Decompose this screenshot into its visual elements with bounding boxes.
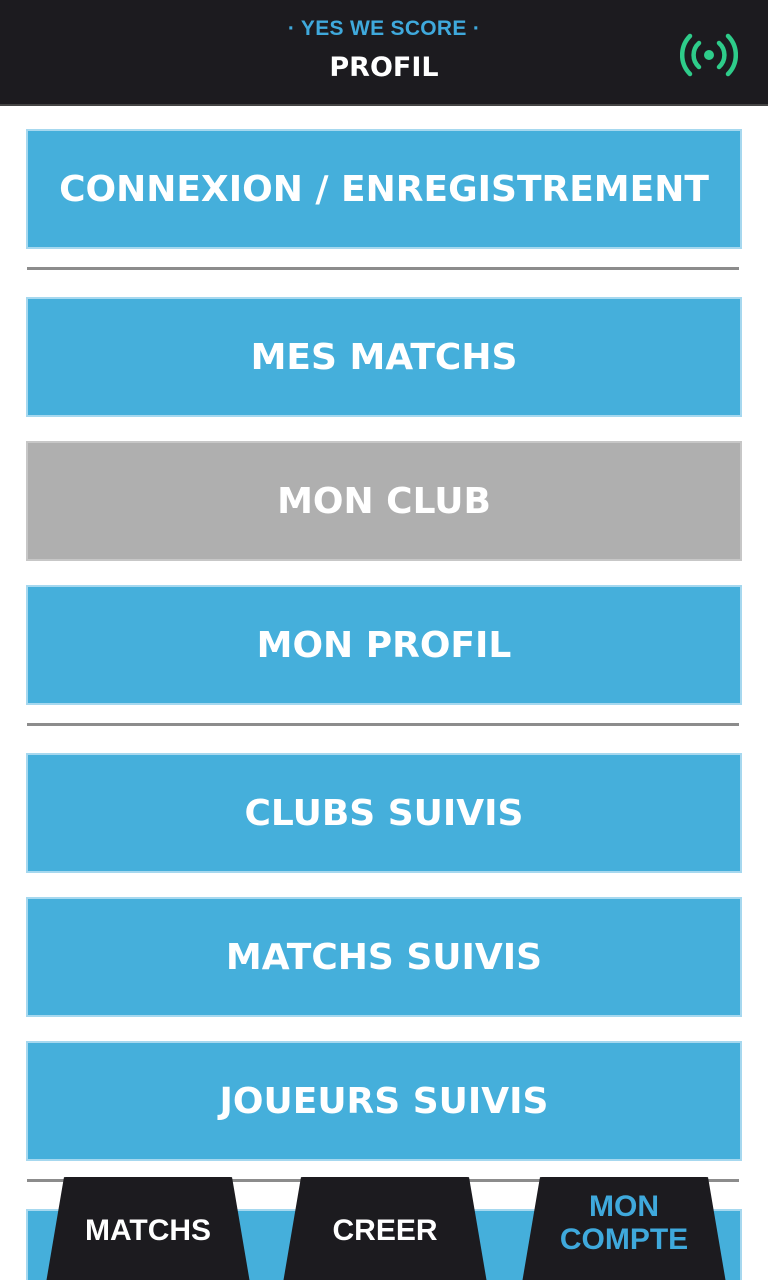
divider (27, 723, 739, 726)
app-header: · YES WE SCORE · PROFIL (0, 0, 768, 106)
login-register-button[interactable]: CONNEXION / ENREGISTREMENT (26, 129, 742, 249)
tab-matchs[interactable]: MATCHS (46, 1177, 250, 1280)
followed-matches-button[interactable]: MATCHS SUIVIS (26, 897, 742, 1017)
my-matches-button[interactable]: MES MATCHS (26, 297, 742, 417)
tab-compte-label: COMPTE (559, 1223, 689, 1256)
tab-mon-compte[interactable]: MON COMPTE (522, 1177, 726, 1280)
broadcast-icon[interactable] (680, 33, 738, 77)
tab-matchs-label: MATCHS (84, 1213, 212, 1247)
followed-players-button[interactable]: JOUEURS SUIVIS (26, 1041, 742, 1161)
my-profile-button[interactable]: MON PROFIL (26, 585, 742, 705)
divider (27, 267, 739, 270)
brand-name: · YES WE SCORE · (287, 17, 481, 40)
my-club-button[interactable]: MON CLUB (26, 441, 742, 561)
page-title: PROFIL (329, 52, 439, 83)
tab-mon-label: MON (589, 1190, 659, 1223)
tab-creer[interactable]: CREER (283, 1177, 487, 1280)
tab-creer-label: CREER (332, 1213, 438, 1247)
followed-clubs-button[interactable]: CLUBS SUIVIS (26, 753, 742, 873)
